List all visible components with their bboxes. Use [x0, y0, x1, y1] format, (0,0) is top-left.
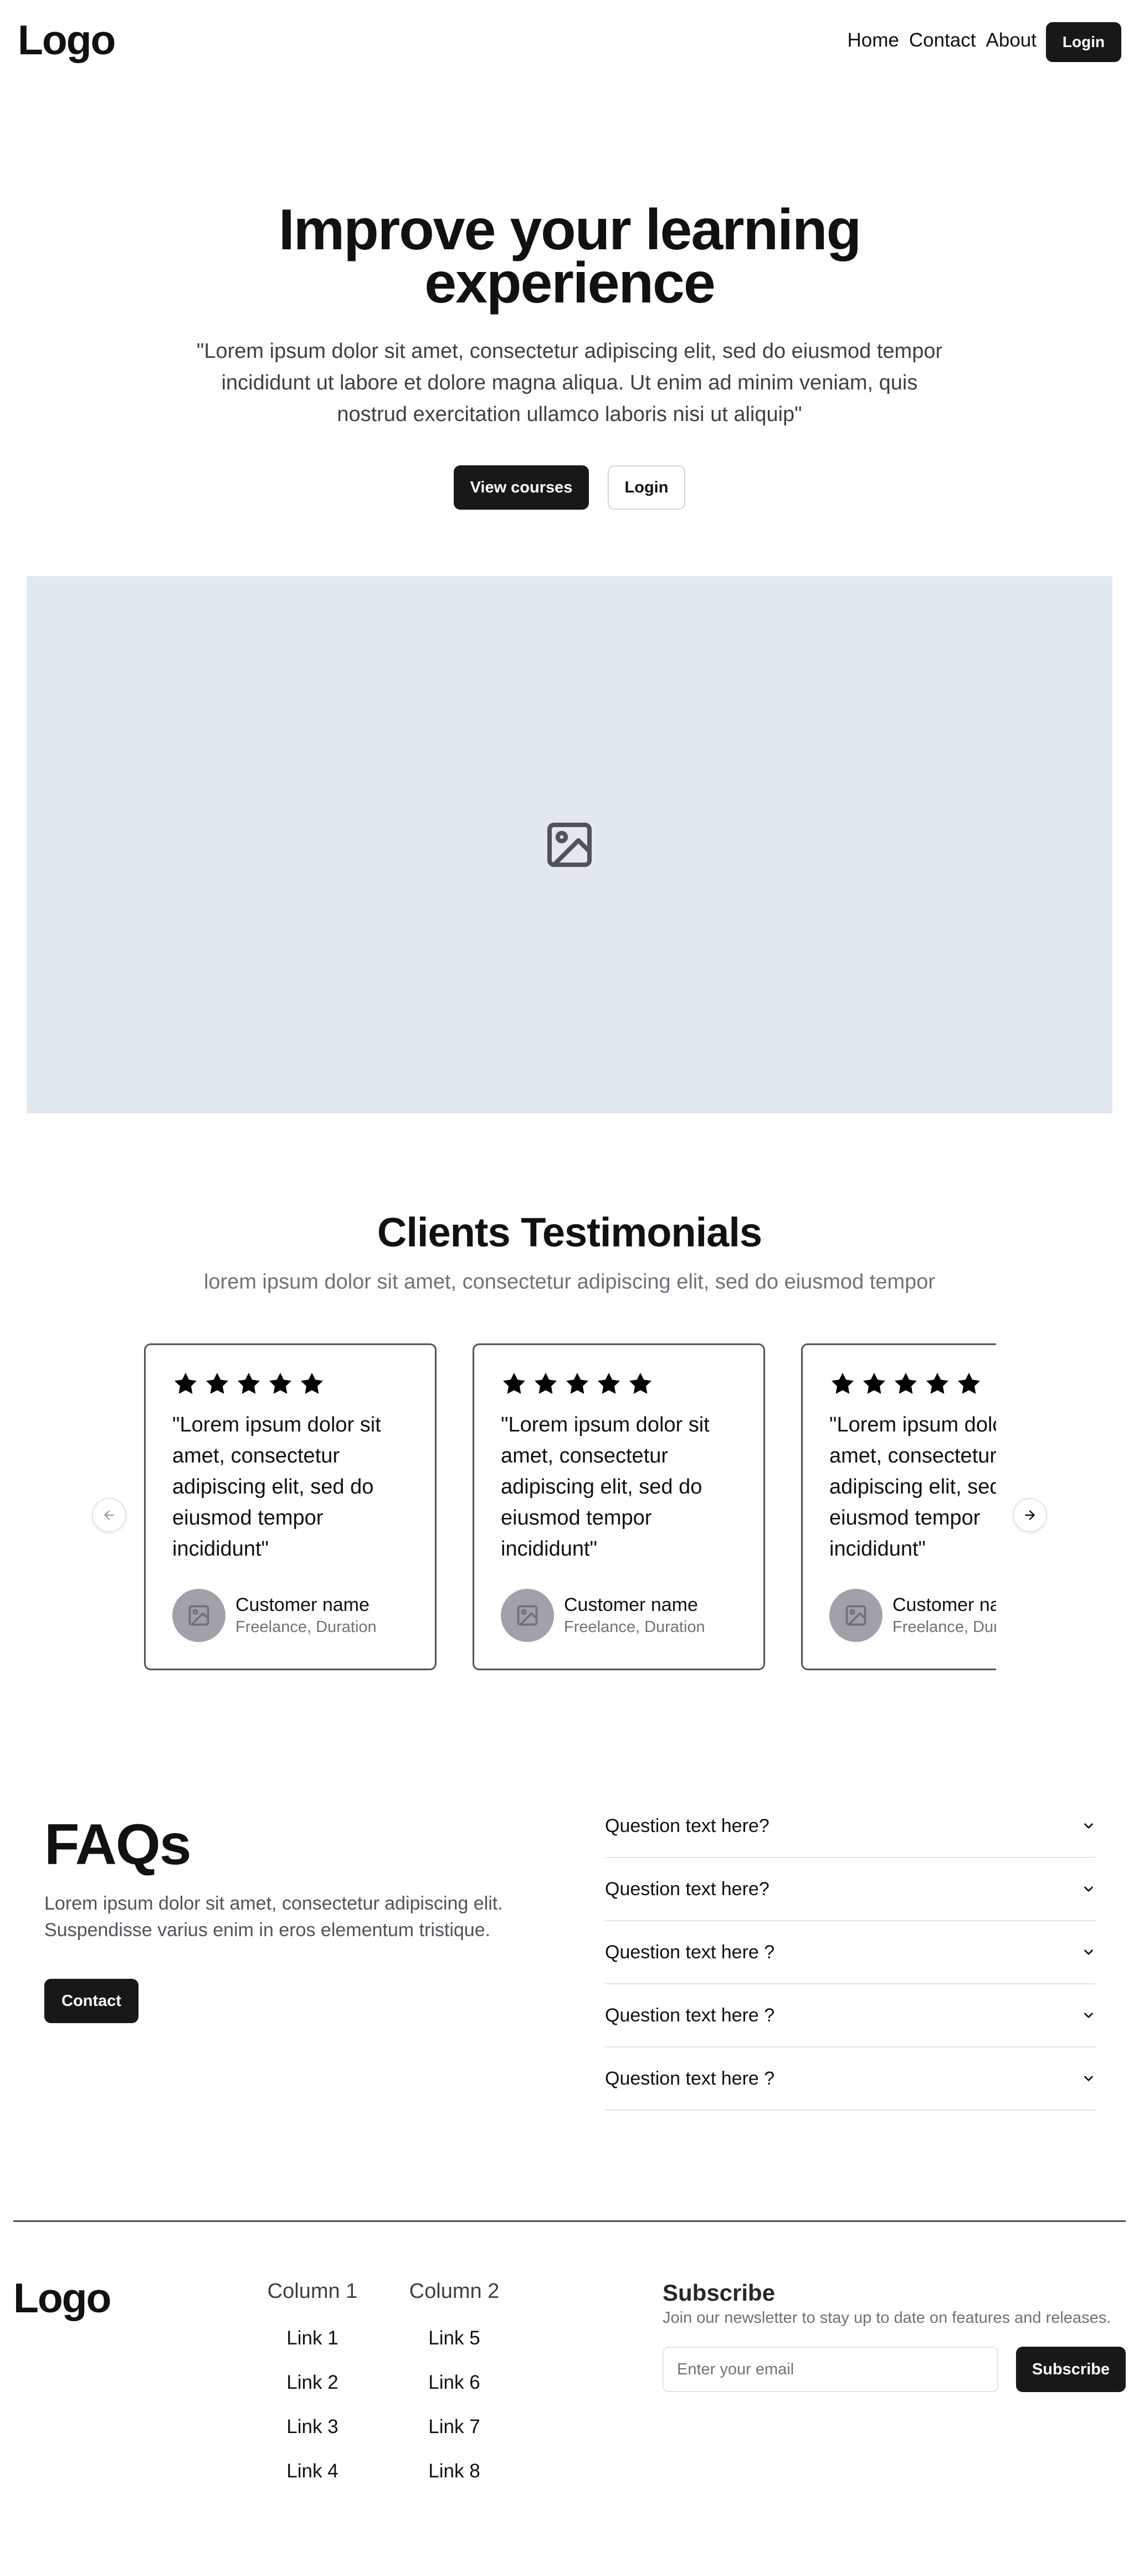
footer-column-title: Column 1 [267, 2280, 358, 2303]
footer-link[interactable]: Link 2 [257, 2370, 368, 2395]
footer-link[interactable]: Link 6 [399, 2370, 510, 2395]
carousel-prev-button[interactable] [92, 1498, 126, 1532]
star-icon [958, 1373, 980, 1394]
star-icon [629, 1373, 651, 1394]
testimonial-quote: "Lorem ipsum dolor sit amet, consectetur… [501, 1413, 710, 1561]
testimonials-subtitle: lorem ipsum dolor sit amet, consectetur … [203, 1270, 936, 1294]
footer-link[interactable]: Link 7 [399, 2414, 510, 2439]
footer-link[interactable]: Link 8 [399, 2459, 510, 2483]
arrow-left-icon [104, 1510, 114, 1520]
testimonial-card: "Lorem ipsum dolor sit amet, consectetur… [473, 1343, 765, 1670]
chevron-down-icon [1084, 2076, 1093, 2081]
testimonial-card: "Lorem ipsum dolor sit amet, consectetur… [801, 1343, 996, 1670]
hero-buttons: View courses Login [0, 465, 1139, 510]
image-placeholder-icon [845, 1605, 866, 1626]
customer-name: Customer name [235, 1594, 370, 1615]
chevron-down-icon [1084, 2013, 1093, 2018]
avatar [501, 1589, 554, 1642]
logo[interactable]: Logo [18, 18, 116, 62]
faq-item[interactable]: Question text here ? [605, 1984, 1096, 2048]
footer-link[interactable]: Link 3 [257, 2414, 368, 2439]
avatar [829, 1589, 883, 1642]
hero-title-line-2: experience [424, 251, 715, 315]
star-icon [269, 1373, 291, 1394]
faq-item[interactable]: Question text here ? [605, 1921, 1096, 1984]
subscribe-description: Join our newsletter to stay up to date o… [663, 2309, 1111, 2327]
avatar [172, 1589, 225, 1642]
faq-question: Question text here ? [605, 2067, 775, 2089]
nav-links: Home Contact About [848, 28, 1037, 53]
star-icon [238, 1373, 260, 1394]
faq-list: Question text here? Question text here? … [605, 1795, 1096, 2111]
customer-info: Customer name Freelance, Duration [172, 1589, 377, 1642]
footer-link[interactable]: Link 5 [399, 2326, 510, 2351]
view-courses-button[interactable]: View courses [454, 465, 589, 510]
customer-info: Customer name Freelance, Duration [501, 1589, 705, 1642]
chevron-down-icon [1084, 1886, 1093, 1892]
nav-link-home[interactable]: Home [848, 28, 899, 53]
faq-question: Question text here? [605, 1815, 769, 1836]
star-icon [175, 1373, 197, 1394]
footer-link[interactable]: Link 1 [257, 2326, 368, 2351]
star-icon [566, 1373, 588, 1394]
star-icon [301, 1373, 323, 1394]
star-icon [832, 1373, 854, 1394]
customer-role: Freelance, Duration [235, 1618, 377, 1636]
star-icon [535, 1373, 557, 1394]
footer-link[interactable]: Link 4 [257, 2459, 368, 2483]
footer-divider [13, 2220, 1126, 2222]
subscribe-button[interactable]: Subscribe [1016, 2347, 1126, 2392]
faq-description: Lorem ipsum dolor sit amet, consectetur … [44, 1893, 503, 1941]
customer-name: Customer name [564, 1594, 698, 1615]
contact-button[interactable]: Contact [44, 1979, 138, 2023]
customer-role: Freelance, Duration [892, 1618, 996, 1636]
footer-logo[interactable]: Logo [13, 2276, 111, 2320]
image-placeholder-icon [517, 1605, 538, 1626]
faq-title: FAQs [44, 1813, 192, 1877]
star-icon [503, 1373, 525, 1394]
faq-item[interactable]: Question text here ? [605, 2048, 1096, 2111]
testimonial-card: "Lorem ipsum dolor sit amet, consectetur… [144, 1343, 437, 1670]
nav-link-about[interactable]: About [986, 28, 1037, 53]
faq-item[interactable]: Question text here? [605, 1795, 1096, 1858]
testimonial-quote: "Lorem ipsum dolor sit amet, consectetur… [172, 1413, 381, 1561]
hero-image-placeholder [27, 576, 1112, 1113]
faq-question: Question text here? [605, 1878, 769, 1900]
email-input[interactable] [663, 2347, 998, 2392]
star-rating [829, 1369, 996, 1398]
image-placeholder-icon [188, 1605, 209, 1626]
testimonial-quote: "Lorem ipsum dolor sit amet, consectetur… [829, 1413, 996, 1561]
testimonials-carousel: "Lorem ipsum dolor sit amet, consectetur… [144, 1343, 996, 1670]
star-icon [895, 1373, 917, 1394]
star-icon [206, 1373, 228, 1394]
footer-column-2: Column 2 Link 5 Link 6 Link 7 Link 8 [399, 2278, 510, 2483]
star-icon [598, 1373, 620, 1394]
customer-role: Freelance, Duration [564, 1618, 705, 1636]
star-rating [172, 1369, 408, 1398]
carousel-next-button[interactable] [1013, 1498, 1047, 1532]
chevron-down-icon [1084, 1949, 1093, 1955]
faq-item[interactable]: Question text here? [605, 1858, 1096, 1921]
testimonials-title: Clients Testimonials [377, 1209, 762, 1255]
top-nav: Logo Home Contact About Login [0, 0, 1139, 80]
nav-link-contact[interactable]: Contact [909, 28, 976, 53]
subscribe-title: Subscribe [663, 2280, 776, 2306]
faq-question: Question text here ? [605, 2004, 775, 2026]
chevron-down-icon [1084, 1823, 1093, 1829]
arrow-right-icon [1025, 1510, 1035, 1520]
faq-question: Question text here ? [605, 1941, 775, 1963]
hero-title: Improve your learning experience [0, 201, 1139, 312]
footer-column-title: Column 2 [409, 2280, 500, 2303]
image-placeholder-icon [547, 823, 592, 867]
hero-login-button[interactable]: Login [608, 465, 685, 510]
footer-column-1: Column 1 Link 1 Link 2 Link 3 Link 4 [257, 2278, 368, 2483]
star-icon [863, 1373, 885, 1394]
customer-name: Customer name [892, 1594, 996, 1615]
nav-login-button[interactable]: Login [1046, 22, 1121, 62]
hero-description: "Lorem ipsum dolor sit amet, consectetur… [196, 340, 943, 426]
customer-info: Customer name Freelance, Duration [829, 1589, 996, 1642]
star-rating [501, 1369, 737, 1398]
star-icon [926, 1373, 948, 1394]
